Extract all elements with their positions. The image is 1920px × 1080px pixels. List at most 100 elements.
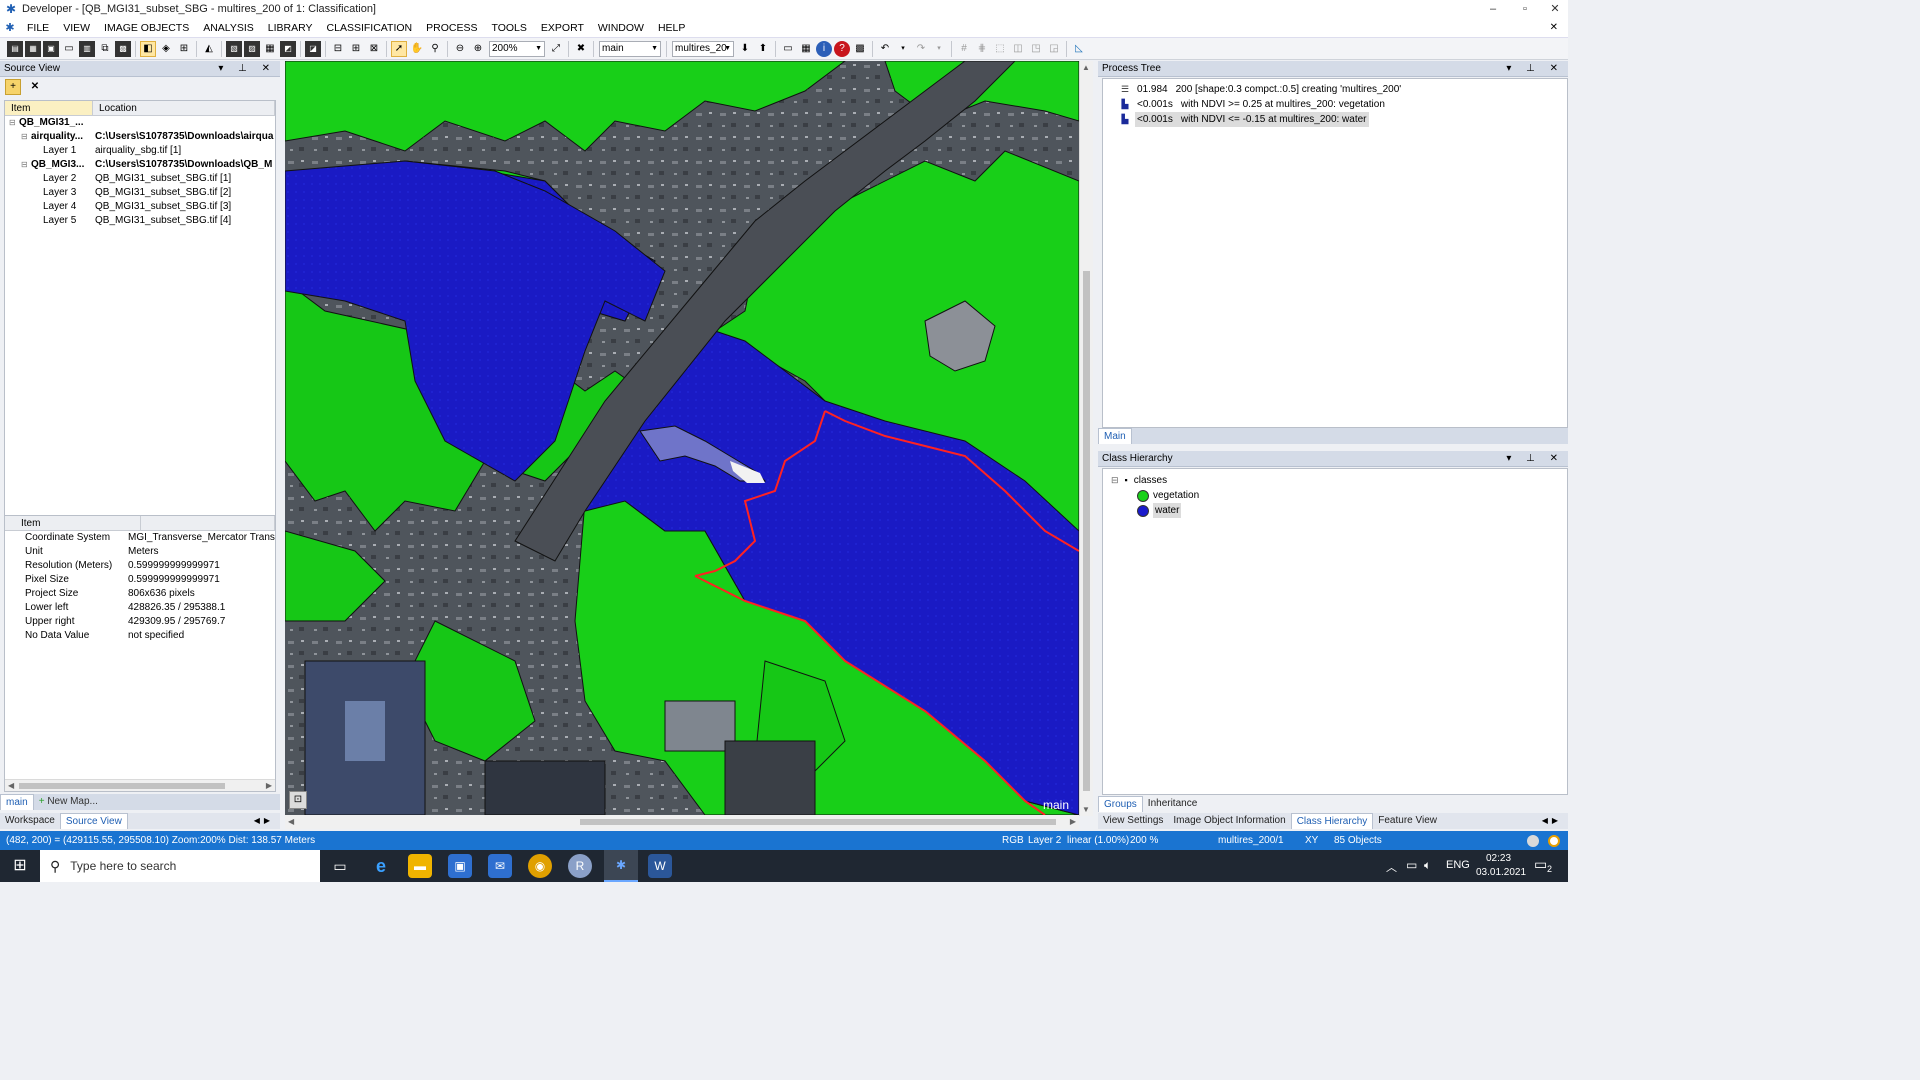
cut-objects-icon[interactable]: ◫ bbox=[1010, 41, 1026, 57]
panel-controls[interactable]: ▾ ⊥ ✕ bbox=[1506, 61, 1564, 77]
new-project-icon[interactable]: ▤ bbox=[7, 40, 23, 57]
ruler-icon[interactable]: ◺ bbox=[1071, 41, 1087, 57]
r-app-icon[interactable]: R bbox=[568, 854, 592, 878]
map-view[interactable]: main ⊡ bbox=[285, 61, 1079, 815]
pointer-tool-icon[interactable]: ➚ bbox=[391, 40, 407, 57]
tab-feature-view[interactable]: Feature View bbox=[1373, 813, 1442, 829]
taskbar-search[interactable]: ⚲ Type here to search bbox=[40, 850, 320, 882]
level-down-icon[interactable]: ⬇ bbox=[737, 41, 753, 57]
col-item[interactable]: Item bbox=[5, 101, 93, 115]
menu-window[interactable]: WINDOW bbox=[591, 18, 651, 38]
notification-icon[interactable]: ▭ bbox=[1534, 856, 1547, 873]
tab-scroll-arrows[interactable]: ◀▶ bbox=[254, 813, 274, 829]
edge-icon[interactable]: e bbox=[369, 854, 393, 878]
tab-image-object-information[interactable]: Image Object Information bbox=[1168, 813, 1290, 829]
zoom-combo[interactable]: 200% ▼ bbox=[489, 40, 545, 57]
map-vscroll[interactable]: ▲ ▼ bbox=[1079, 61, 1093, 816]
table-icon[interactable]: ▦ bbox=[798, 41, 814, 57]
panel-controls[interactable]: ▾ ⊥ ✕ bbox=[218, 61, 276, 77]
menu-file[interactable]: FILE bbox=[20, 18, 56, 38]
source-row[interactable]: Layer 1 airquality_sbg.tif [1] bbox=[5, 144, 275, 158]
mail-icon[interactable]: ✉ bbox=[488, 854, 512, 878]
add-source-icon[interactable]: + bbox=[5, 79, 21, 95]
undo-dropdown-icon[interactable]: ▾ bbox=[895, 41, 911, 57]
source-row[interactable]: Layer 3 QB_MGI31_subset_SBG.tif [2] bbox=[5, 186, 275, 200]
scroll-left-icon[interactable]: ◀ bbox=[8, 780, 14, 792]
volume-icon[interactable]: 🔈︎ bbox=[1424, 858, 1431, 873]
scroll-thumb[interactable] bbox=[19, 783, 225, 789]
panel-controls[interactable]: ▾ ⊥ ✕ bbox=[1506, 451, 1564, 467]
zoom-tool-icon[interactable]: ⚲ bbox=[427, 41, 443, 57]
store-icon[interactable]: ▣ bbox=[448, 854, 472, 878]
merge-objects-icon[interactable]: ⋕ bbox=[974, 41, 990, 57]
close-button[interactable]: ✕ bbox=[1540, 0, 1570, 18]
tab-main[interactable]: Main bbox=[1098, 428, 1132, 444]
windows-start-icon[interactable]: ⊞ bbox=[8, 854, 32, 878]
clock-date[interactable]: 03.01.2021 bbox=[1476, 867, 1526, 878]
classification-view-icon[interactable]: ◪ bbox=[305, 40, 321, 57]
process-row[interactable]: ☰ 01.984 200 [shape:0.3 compct.:0.5] creat… bbox=[1109, 82, 1567, 97]
file-explorer-icon[interactable]: ▬ bbox=[408, 854, 432, 878]
save-project-icon[interactable]: ▣ bbox=[43, 40, 59, 57]
restore-button[interactable]: ▫ bbox=[1510, 0, 1540, 18]
scroll-thumb[interactable] bbox=[1083, 271, 1090, 791]
view-samples-icon[interactable]: ⊞ bbox=[176, 41, 192, 57]
app-menu-icon[interactable]: ✱ bbox=[0, 21, 20, 34]
save-workspace-icon[interactable]: ▩ bbox=[115, 40, 131, 57]
undo-icon[interactable]: ↶ bbox=[877, 41, 893, 57]
level-combo[interactable]: multires_20 ▼ bbox=[672, 40, 734, 57]
info-icon[interactable]: i bbox=[816, 40, 832, 57]
tab-workspace[interactable]: Workspace bbox=[0, 813, 60, 829]
view-classification-icon[interactable]: ◈ bbox=[158, 41, 174, 57]
clock-time[interactable]: 02:23 bbox=[1486, 853, 1511, 864]
tab-groups[interactable]: Groups bbox=[1098, 796, 1143, 812]
new-document-icon[interactable]: ▭ bbox=[61, 41, 77, 57]
map-combo[interactable]: main ▼ bbox=[599, 40, 661, 57]
zoom-to-window-icon[interactable]: ⤢ bbox=[548, 41, 564, 57]
zoom-in-icon[interactable]: ⊕ bbox=[470, 41, 486, 57]
draw-polygon-icon[interactable]: ◳ bbox=[1028, 41, 1044, 57]
tab-class-hierarchy[interactable]: Class Hierarchy bbox=[1290, 813, 1374, 829]
source-row[interactable]: ⊟ QB_MGI31_... bbox=[5, 116, 275, 130]
level-up-icon[interactable]: ⬆ bbox=[755, 41, 771, 57]
menu-image-objects[interactable]: IMAGE OBJECTS bbox=[97, 18, 196, 38]
developer-app-icon[interactable]: ✱ bbox=[604, 850, 638, 882]
scroll-right-icon[interactable]: ▶ bbox=[1070, 817, 1076, 826]
source-row[interactable]: Layer 4 QB_MGI31_subset_SBG.tif [3] bbox=[5, 200, 275, 214]
source-row[interactable]: Layer 5 QB_MGI31_subset_SBG.tif [4] bbox=[5, 214, 275, 228]
map-hscroll[interactable]: ◀ ▶ bbox=[285, 815, 1079, 829]
menu-classification[interactable]: CLASSIFICATION bbox=[320, 18, 420, 38]
chrome-icon[interactable]: ◉ bbox=[528, 854, 552, 878]
class-item-water[interactable]: water bbox=[1111, 503, 1567, 518]
word-icon[interactable]: W bbox=[648, 854, 672, 878]
scroll-thumb[interactable] bbox=[580, 819, 1056, 825]
classify-objects-icon[interactable]: ◲ bbox=[1046, 41, 1062, 57]
show-outlines-icon[interactable]: ▦ bbox=[262, 41, 278, 57]
scroll-left-icon[interactable]: ◀ bbox=[288, 817, 294, 826]
remove-source-icon[interactable]: ✕ bbox=[27, 79, 43, 95]
select-rect-icon[interactable]: ⬚ bbox=[992, 41, 1008, 57]
col-location[interactable]: Location bbox=[93, 101, 275, 115]
zoom-out-icon[interactable]: ⊖ bbox=[452, 41, 468, 57]
menu-library[interactable]: LIBRARY bbox=[261, 18, 320, 38]
network-icon[interactable]: ▭ bbox=[1406, 858, 1417, 872]
open-project-icon[interactable]: ▦ bbox=[25, 40, 41, 57]
collapse-icon[interactable]: ⊟ bbox=[21, 158, 31, 172]
menu-view[interactable]: VIEW bbox=[56, 18, 97, 38]
properties-hscroll[interactable]: ◀ ▶ bbox=[5, 779, 275, 791]
project-pixel-icon[interactable]: ▨ bbox=[244, 40, 260, 57]
redo-dropdown-icon[interactable]: ▾ bbox=[931, 41, 947, 57]
tab-inheritance[interactable]: Inheritance bbox=[1143, 796, 1202, 812]
manual-editing-icon[interactable]: # bbox=[956, 41, 972, 57]
scroll-up-icon[interactable]: ▲ bbox=[1082, 63, 1090, 72]
layer-mix-icon[interactable]: ◭ bbox=[201, 41, 217, 57]
chevron-up-icon[interactable]: ︿ bbox=[1386, 859, 1397, 875]
window-icon[interactable]: ▭ bbox=[780, 41, 796, 57]
image-view-icon[interactable]: ▧ bbox=[226, 40, 242, 57]
language-indicator[interactable]: ENG bbox=[1446, 859, 1470, 871]
qr-grid-icon[interactable]: ▩ bbox=[852, 41, 868, 57]
open-workspace-icon[interactable]: ▥ bbox=[79, 40, 95, 57]
view-layers-icon[interactable]: ◧ bbox=[140, 40, 156, 57]
scroll-right-icon[interactable]: ▶ bbox=[266, 780, 272, 792]
tab-source-view[interactable]: Source View bbox=[59, 813, 128, 829]
